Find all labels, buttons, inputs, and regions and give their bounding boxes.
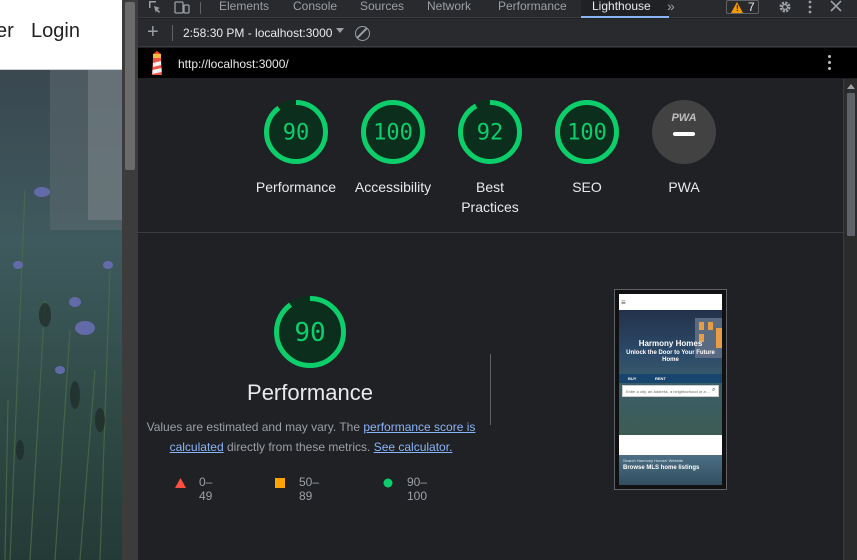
warning-count: 7: [748, 0, 755, 14]
screen: er Login Elements Console Sources Networ…: [0, 0, 857, 560]
page-screenshot-thumbnail[interactable]: ≡ Harmony Homes Unlock the Door to Your …: [614, 289, 727, 490]
score-accessibility: 100: [373, 121, 413, 146]
device-toolbar-icon[interactable]: [174, 0, 190, 14]
settings-gear-icon[interactable]: [778, 0, 792, 14]
gauge-performance[interactable]: 90 Performance: [246, 99, 346, 197]
tab-lighthouse[interactable]: Lighthouse: [581, 0, 669, 18]
pwa-badge-icon: PWA: [652, 100, 716, 164]
tabbar-separator: [200, 2, 201, 14]
screenshot-search-icon: ⌕: [712, 387, 716, 393]
gauge-accessibility[interactable]: 100 Accessibility: [343, 99, 443, 197]
toolbar-separator: [172, 25, 173, 41]
tab-network[interactable]: Network: [427, 0, 471, 18]
scroll-up-arrow-icon[interactable]: [847, 84, 855, 89]
customize-menu-icon[interactable]: [808, 0, 812, 14]
more-tabs-icon[interactable]: »: [667, 0, 675, 13]
tab-console[interactable]: Console: [293, 0, 337, 18]
performance-section: 90 Performance Values are estimated and …: [138, 234, 843, 560]
screenshot-tab-rent: RENT: [655, 376, 666, 381]
gauge-seo[interactable]: 100 SEO: [537, 99, 637, 197]
site-navbar: er Login: [0, 0, 122, 70]
performance-description: Values are estimated and may vary. The p…: [146, 417, 476, 457]
inspect-element-icon[interactable]: [148, 0, 162, 14]
performance-heading: Performance: [247, 380, 373, 405]
screenshot-hero: Harmony Homes Unlock the Door to Your Fu…: [619, 310, 722, 435]
see-calculator-link[interactable]: See calculator.: [374, 440, 453, 454]
section-divider: [490, 354, 491, 425]
lighthouse-logo-icon: [152, 51, 162, 75]
score-performance: 90: [283, 121, 310, 146]
tab-performance[interactable]: Performance: [498, 0, 567, 18]
tab-sources[interactable]: Sources: [360, 0, 404, 18]
average-square-icon: [275, 478, 285, 488]
report-url[interactable]: http://localhost:3000/: [178, 57, 289, 71]
lighthouse-toolbar: + 2:58:30 PM - localhost:3000: [138, 19, 857, 47]
page-scrollbar-thumb[interactable]: [125, 2, 135, 170]
screenshot-small-text: Search Harmony Homes' Website: [623, 458, 684, 463]
label-pwa: PWA: [668, 179, 700, 195]
screenshot-search-placeholder: Enter a city, an address, a neighborhood…: [626, 389, 711, 394]
label-performance: Performance: [255, 179, 337, 195]
desc-text-1: Values are estimated and may vary. The: [146, 420, 364, 434]
legend-fail-range: 0–49: [199, 475, 213, 503]
clear-reports-icon[interactable]: [355, 26, 370, 41]
screenshot-title: Harmony Homes: [638, 339, 703, 348]
label-best-practices: Best Practices: [461, 179, 519, 215]
score-seo: 100: [567, 121, 607, 146]
legend-average-range: 50–89: [299, 475, 320, 503]
devtools-panel: Elements Console Sources Network Perform…: [138, 0, 857, 560]
performance-score-large: 90: [294, 318, 325, 348]
report-menu-icon[interactable]: [828, 55, 832, 71]
performance-big-gauge: 90: [274, 296, 346, 368]
pass-circle-icon: [383, 478, 393, 488]
tab-elements[interactable]: Elements: [219, 0, 269, 18]
screenshot-browse-text: Browse MLS home listings: [623, 465, 700, 471]
gauge-best-practices[interactable]: 92 Best Practices: [440, 99, 540, 217]
label-seo: SEO: [572, 179, 602, 195]
score-gauges: 90 Performance 100 Accessibility 92 Best…: [138, 79, 843, 233]
nav-login-link[interactable]: Login: [31, 20, 80, 43]
fail-triangle-icon: [175, 478, 186, 488]
hamburger-menu-icon: ≡: [621, 298, 626, 307]
lighthouse-report: 90 Performance 100 Accessibility 92 Best…: [138, 79, 843, 560]
new-report-plus-icon[interactable]: +: [147, 22, 159, 42]
pwa-badge-text: PWA: [671, 112, 696, 124]
report-scrollbar-thumb[interactable]: [847, 93, 855, 236]
screenshot-subtitle: Unlock the Door to Your Future Home: [626, 350, 715, 363]
gauge-pwa[interactable]: PWA PWA: [634, 99, 734, 197]
label-accessibility: Accessibility: [354, 179, 432, 195]
devtools-tabbar: Elements Console Sources Network Perform…: [138, 0, 857, 18]
legend-pass-range: 90–100: [407, 475, 428, 503]
close-devtools-icon[interactable]: [830, 0, 842, 14]
nav-link-partial[interactable]: er: [0, 20, 14, 43]
webpage-viewport: er Login: [0, 0, 122, 560]
desc-text-2: directly from these metrics.: [223, 440, 374, 454]
page-scrollbar[interactable]: [122, 0, 138, 560]
screenshot-tab-buy: BUY: [628, 376, 637, 381]
warnings-badge[interactable]: ! 7: [726, 0, 759, 14]
hero-image: [0, 70, 122, 560]
report-dropdown-chevron-icon[interactable]: [336, 28, 344, 33]
score-best-practices: 92: [477, 121, 504, 146]
report-selector[interactable]: 2:58:30 PM - localhost:3000: [183, 26, 332, 40]
report-scrollbar[interactable]: [843, 79, 857, 560]
report-url-bar: http://localhost:3000/: [138, 48, 857, 78]
